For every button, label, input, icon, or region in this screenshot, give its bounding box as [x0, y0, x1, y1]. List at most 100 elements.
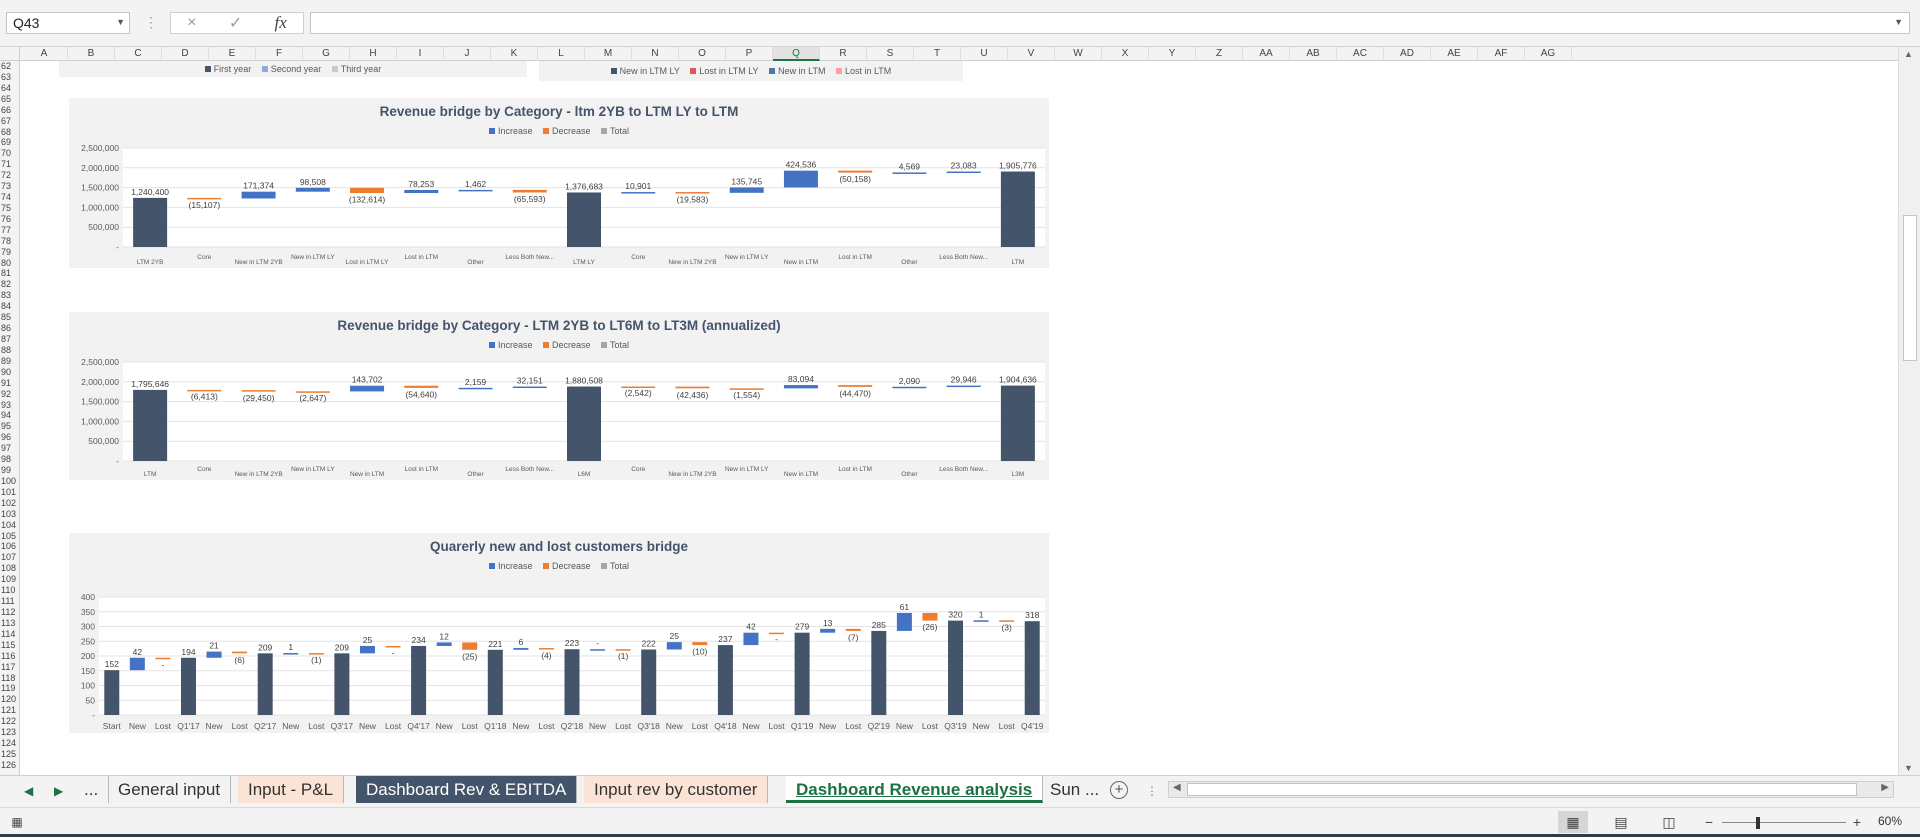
column-header[interactable]: M [585, 47, 632, 61]
zoom-slider[interactable] [1722, 817, 1846, 829]
row-header[interactable]: 111 [0, 597, 19, 606]
column-header[interactable]: AE [1431, 47, 1478, 61]
row-header[interactable]: 122 [0, 717, 19, 726]
row-header[interactable]: 86 [0, 324, 19, 333]
scroll-thumb[interactable] [1903, 215, 1917, 361]
enter-icon[interactable]: ✓ [229, 13, 242, 33]
zoom-slider-knob[interactable] [1756, 817, 1760, 829]
chevron-down-icon[interactable]: ▼ [1894, 17, 1903, 27]
insert-function-icon[interactable]: fx [275, 13, 287, 33]
row-header[interactable]: 93 [0, 400, 19, 410]
row-header[interactable]: 107 [0, 553, 19, 562]
row-header[interactable]: 124 [0, 739, 19, 748]
row-header[interactable]: 80 [0, 258, 19, 268]
add-sheet-icon[interactable]: + [1110, 781, 1128, 799]
column-header[interactable]: E [209, 47, 256, 61]
column-header[interactable]: B [68, 47, 115, 61]
row-header[interactable]: 76 [0, 214, 19, 224]
column-header[interactable]: R [820, 47, 867, 61]
column-header[interactable]: O [679, 47, 726, 61]
tab-next-icon[interactable]: ▶ [54, 784, 63, 798]
normal-view-icon[interactable]: ▦ [1558, 811, 1588, 833]
column-header[interactable]: AC [1337, 47, 1384, 61]
column-header[interactable]: I [397, 47, 444, 61]
row-header[interactable]: 95 [0, 422, 19, 431]
column-header[interactable]: L [538, 47, 585, 61]
horizontal-scrollbar[interactable]: ◀ ▶ [1168, 781, 1894, 798]
row-header[interactable]: 72 [0, 171, 19, 180]
row-header[interactable]: 70 [0, 149, 19, 158]
row-header[interactable]: 108 [0, 564, 19, 573]
column-header[interactable]: H [350, 47, 397, 61]
row-header[interactable]: 87 [0, 335, 19, 344]
row-header[interactable]: 64 [0, 83, 19, 93]
column-header[interactable]: Z [1196, 47, 1243, 61]
tab-general-input[interactable]: General input [108, 776, 232, 803]
row-header[interactable]: 63 [0, 72, 19, 82]
row-header[interactable]: 123 [0, 728, 19, 737]
row-header[interactable]: 65 [0, 94, 19, 104]
zoom-in-icon[interactable]: + [1842, 811, 1872, 833]
column-header[interactable]: T [914, 47, 961, 61]
column-header[interactable]: Q [773, 47, 820, 61]
column-header[interactable]: N [632, 47, 679, 61]
column-header[interactable]: W [1055, 47, 1102, 61]
row-header[interactable]: 73 [0, 182, 19, 191]
scroll-thumb[interactable] [1187, 783, 1857, 796]
cancel-icon[interactable]: × [187, 14, 196, 32]
row-header[interactable]: 92 [0, 389, 19, 399]
row-header[interactable]: 75 [0, 203, 19, 213]
column-header[interactable]: J [444, 47, 491, 61]
column-header[interactable]: S [867, 47, 914, 61]
tab-input-rev-by-customer[interactable]: Input rev by customer [584, 776, 769, 803]
row-header[interactable]: 68 [0, 127, 19, 137]
row-header[interactable]: 84 [0, 302, 19, 311]
chart-customers-bridge[interactable]: Quarerly new and lost customers bridge I… [69, 533, 1049, 733]
column-header[interactable]: AG [1525, 47, 1572, 61]
row-header[interactable]: 78 [0, 236, 19, 246]
scroll-up-icon[interactable]: ▲ [1904, 49, 1913, 59]
tab-dashboard-revenue-analysis[interactable]: Dashboard Revenue analysis [786, 776, 1044, 803]
row-header[interactable]: 69 [0, 138, 19, 147]
row-header[interactable]: 116 [0, 651, 19, 661]
row-header[interactable]: 81 [0, 269, 19, 278]
page-layout-icon[interactable]: ▤ [1606, 811, 1636, 833]
column-header[interactable]: Y [1149, 47, 1196, 61]
chart-revenue-bridge-lt6m[interactable]: Revenue bridge by Category - LTM 2YB to … [69, 312, 1049, 480]
row-header[interactable]: 112 [0, 608, 19, 617]
vertical-scrollbar[interactable]: ▲ ▼ [1898, 47, 1920, 775]
zoom-level[interactable]: 60% [1878, 814, 1902, 828]
formula-input[interactable]: ▼ [310, 12, 1910, 34]
row-header[interactable]: 94 [0, 411, 19, 420]
sheet-grid[interactable]: First year Second year Third year New in… [21, 61, 1898, 775]
row-header[interactable]: 89 [0, 356, 19, 366]
row-header[interactable]: 71 [0, 160, 19, 169]
column-header[interactable]: D [162, 47, 209, 61]
row-header[interactable]: 113 [0, 618, 19, 628]
row-header[interactable]: 101 [0, 487, 19, 497]
column-header[interactable]: U [961, 47, 1008, 61]
row-header[interactable]: 115 [0, 640, 19, 650]
chevron-down-icon[interactable]: ▼ [116, 17, 125, 27]
row-header[interactable]: 99 [0, 466, 19, 475]
tab-dashboard-rev-ebitda[interactable]: Dashboard Rev & EBITDA [356, 776, 578, 803]
row-header[interactable]: 102 [0, 498, 19, 508]
column-header[interactable]: G [303, 47, 350, 61]
column-header[interactable]: X [1102, 47, 1149, 61]
column-header[interactable]: A [21, 47, 68, 61]
row-header[interactable]: 117 [0, 662, 19, 672]
row-header[interactable]: 97 [0, 444, 19, 453]
tab-sun[interactable]: Sun ... [1040, 776, 1109, 803]
name-box[interactable]: Q43 ▼ [6, 12, 130, 34]
row-header[interactable]: 83 [0, 291, 19, 300]
row-header[interactable]: 67 [0, 116, 19, 126]
row-header[interactable]: 66 [0, 105, 19, 115]
column-header[interactable]: AA [1243, 47, 1290, 61]
tab-input-pl[interactable]: Input - P&L [238, 776, 345, 803]
row-header[interactable]: 125 [0, 749, 19, 759]
chart-revenue-bridge-ltm[interactable]: Revenue bridge by Category - ltm 2YB to … [69, 98, 1049, 268]
scroll-down-icon[interactable]: ▼ [1904, 763, 1913, 773]
row-header[interactable]: 82 [0, 280, 19, 289]
row-header[interactable]: 62 [0, 62, 19, 71]
column-header[interactable]: F [256, 47, 303, 61]
